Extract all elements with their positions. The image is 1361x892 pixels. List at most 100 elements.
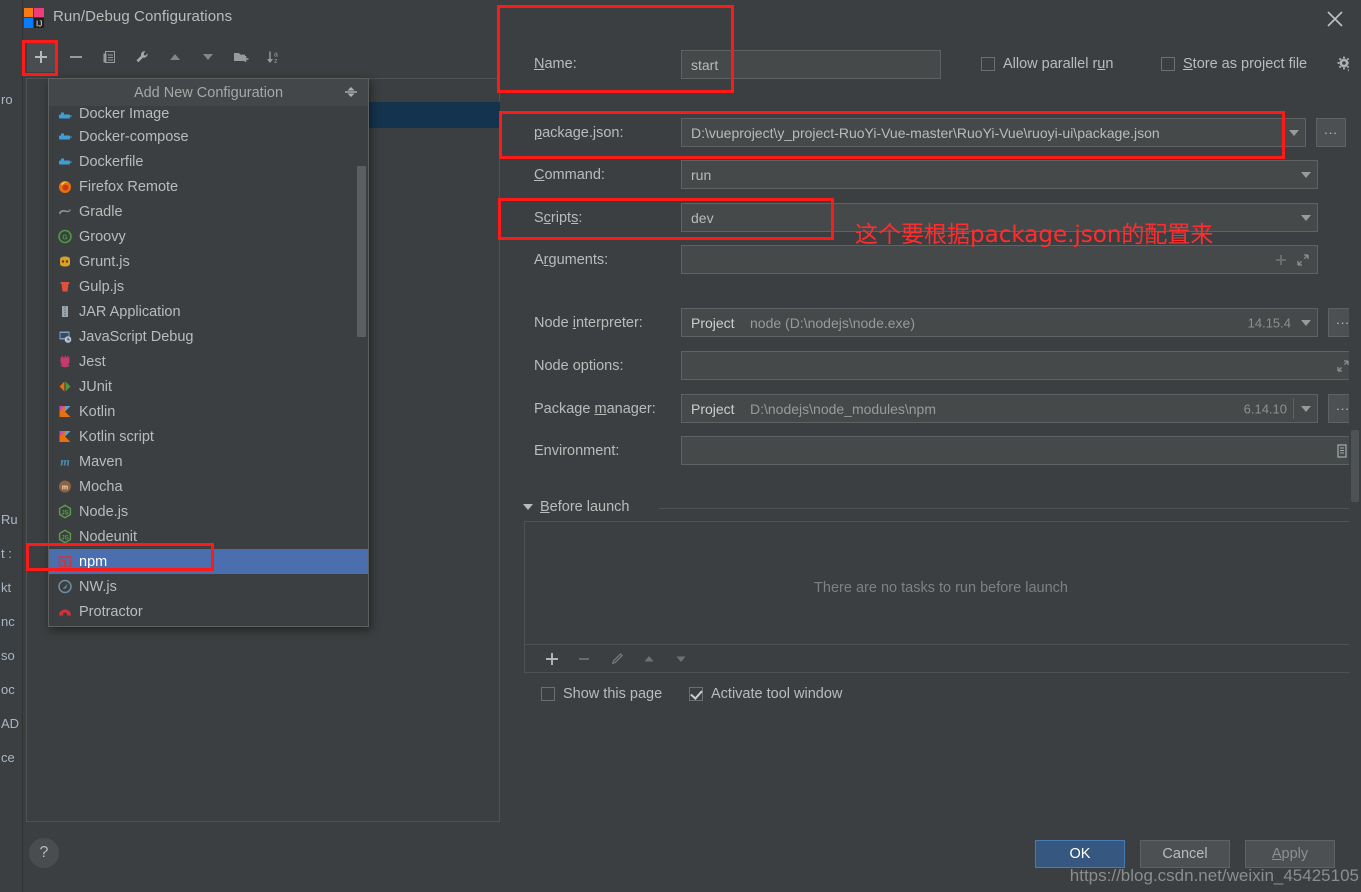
svg-text:m: m (61, 485, 67, 492)
list-item-dockerfile[interactable]: Dockerfile (49, 149, 368, 174)
list-item-label: npm (79, 554, 107, 570)
scripts-value: dev (691, 210, 714, 226)
move-up-button[interactable] (161, 42, 189, 72)
list-item-javascript-debug[interactable]: JavaScript Debug (49, 324, 368, 349)
list-item-groovy[interactable]: G Groovy (49, 224, 368, 249)
list-item-mocha[interactable]: m Mocha (49, 474, 368, 499)
expand-icon[interactable] (1296, 253, 1310, 267)
list-item-label: JUnit (79, 379, 112, 395)
docker-icon (56, 107, 73, 124)
remove-configuration-button[interactable] (62, 42, 90, 72)
list-item-gulp-js[interactable]: Gulp.js (49, 274, 368, 299)
mocha-icon: m (56, 478, 73, 495)
list-item-kotlin[interactable]: Kotlin (49, 399, 368, 424)
before-launch-toolbar (524, 645, 1358, 673)
list-item-label: Jest (79, 354, 106, 370)
node-options-label: Node options: (534, 358, 623, 374)
popup-title: Add New Configuration (134, 85, 283, 101)
package-json-input[interactable]: D:\vueproject\y_project-RuoYi-Vue-master… (681, 118, 1306, 147)
configurations-toolbar: a z (25, 42, 495, 74)
list-item-label: Nodeunit (79, 529, 137, 545)
before-launch-title: Before launch (540, 499, 629, 515)
task-move-up-button[interactable] (637, 648, 661, 670)
popup-list-scrollbar[interactable] (357, 166, 366, 337)
list-item-grunt-js[interactable]: Grunt.js (49, 249, 368, 274)
checkbox-box (981, 57, 995, 71)
nodeunit-icon: JS (56, 528, 73, 545)
svg-text:m: m (60, 455, 69, 469)
chevron-down-icon[interactable] (1301, 172, 1311, 178)
list-item-protractor[interactable]: Protractor (49, 599, 368, 624)
before-launch-task-list[interactable]: There are no tasks to run before launch (524, 521, 1358, 645)
expand-icon[interactable] (1336, 359, 1350, 373)
list-item-maven[interactable]: m Maven (49, 449, 368, 474)
move-down-button[interactable] (194, 42, 222, 72)
chevron-down-icon[interactable] (1301, 406, 1311, 412)
new-folder-button[interactable] (227, 42, 255, 72)
background-text-line: AD (1, 716, 19, 731)
copy-configuration-button[interactable] (95, 42, 123, 72)
background-text-line: nc (1, 614, 15, 629)
cancel-button[interactable]: Cancel (1140, 840, 1230, 868)
plus-small-icon[interactable] (1274, 253, 1288, 267)
svg-text:JS: JS (61, 536, 68, 542)
help-button[interactable]: ? (29, 838, 59, 868)
nwjs-icon (56, 578, 73, 595)
checkbox-box (541, 687, 555, 701)
chevron-down-icon[interactable] (1301, 320, 1311, 326)
activate-tool-window-label: Activate tool window (711, 686, 842, 702)
package-json-browse-button[interactable]: ... (1316, 118, 1346, 147)
chevron-down-icon[interactable] (1289, 130, 1299, 136)
store-as-project-file-checkbox[interactable]: Store as project file (1161, 56, 1307, 72)
list-item-jar-application[interactable]: JAR Application (49, 299, 368, 324)
sort-configurations-button[interactable]: a z (260, 42, 288, 72)
list-item-node-js[interactable]: JS Node.js (49, 499, 368, 524)
environment-editor-icon[interactable] (1334, 443, 1350, 459)
package-manager-scope: Project (691, 401, 735, 417)
list-item-npm[interactable]: npm (49, 549, 368, 574)
form-scrollbar[interactable] (1349, 38, 1361, 838)
package-manager-combo[interactable]: Project D:\nodejs\node_modules\npm 6.14.… (681, 394, 1318, 423)
collapse-all-icon[interactable] (342, 83, 360, 101)
ok-button[interactable]: OK (1035, 840, 1125, 868)
node-options-input[interactable] (681, 351, 1358, 380)
allow-parallel-run-checkbox[interactable]: Allow parallel run (981, 56, 1113, 72)
add-task-button[interactable] (540, 648, 564, 670)
svg-text:JS: JS (61, 511, 68, 517)
list-item-label: Docker-compose (79, 129, 189, 145)
configuration-type-list[interactable]: Docker Image Docker-compose Dockerfile (49, 106, 368, 626)
node-interpreter-combo[interactable]: Project node (D:\nodejs\node.exe) 14.15.… (681, 308, 1318, 337)
task-move-down-button[interactable] (669, 648, 693, 670)
list-item-jest[interactable]: Jest (49, 349, 368, 374)
configuration-selected-row[interactable] (349, 102, 500, 128)
remove-task-button[interactable] (572, 648, 596, 670)
scrollbar-thumb[interactable] (1351, 430, 1359, 502)
groovy-icon: G (56, 228, 73, 245)
add-configuration-button[interactable] (27, 42, 55, 72)
show-this-page-checkbox[interactable]: Show this page (541, 686, 662, 702)
svg-text:z: z (274, 58, 278, 65)
list-item-kotlin-script[interactable]: Kotlin script (49, 424, 368, 449)
kotlin-icon (56, 403, 73, 420)
list-item-nw-js[interactable]: NW.js (49, 574, 368, 599)
list-item-docker-compose[interactable]: Docker-compose (49, 124, 368, 149)
chevron-down-icon[interactable] (523, 504, 533, 510)
nodejs-icon: JS (56, 503, 73, 520)
activate-tool-window-checkbox[interactable]: Activate tool window (689, 686, 842, 702)
list-item-nodeunit[interactable]: JS Nodeunit (49, 524, 368, 549)
docker-icon (56, 153, 73, 170)
apply-button[interactable]: Apply (1245, 840, 1335, 868)
list-item-docker-image[interactable]: Docker Image (49, 106, 368, 124)
background-text-line: so (1, 648, 15, 663)
list-item-label: Grunt.js (79, 254, 130, 270)
command-combo[interactable]: run (681, 160, 1318, 189)
list-item-junit[interactable]: JUnit (49, 374, 368, 399)
list-item-firefox-remote[interactable]: Firefox Remote (49, 174, 368, 199)
name-label: Name: (534, 56, 577, 72)
edit-templates-button[interactable] (128, 42, 156, 72)
before-launch-header[interactable]: Before launch (523, 499, 629, 515)
edit-task-button[interactable] (605, 648, 629, 670)
environment-input[interactable] (681, 436, 1358, 465)
jar-icon (56, 303, 73, 320)
list-item-gradle[interactable]: Gradle (49, 199, 368, 224)
